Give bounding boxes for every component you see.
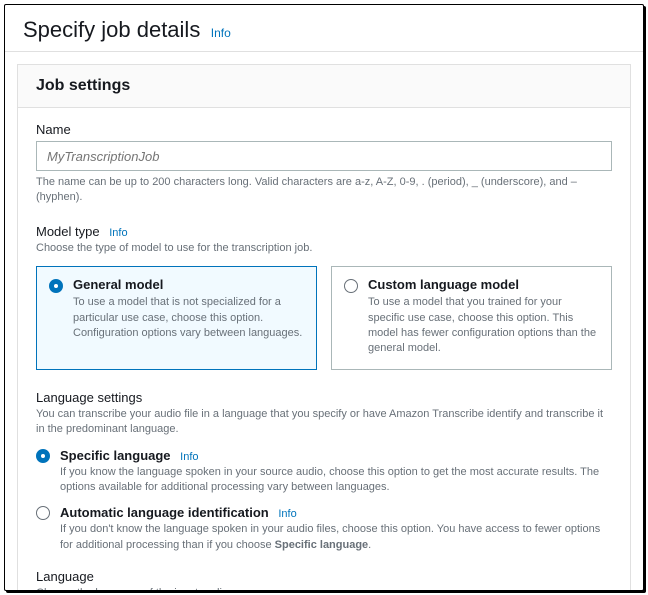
- auto-language-info-link[interactable]: Info: [278, 508, 296, 520]
- language-desc: Choose the language of the input audio.: [36, 586, 612, 591]
- language-settings-label: Language settings: [36, 390, 612, 405]
- model-type-label: Model type Info: [36, 224, 612, 239]
- radio-title: Automatic language identification Info: [60, 505, 612, 520]
- radio-desc: If you know the language spoken in your …: [60, 465, 612, 496]
- name-label: Name: [36, 122, 612, 137]
- language-settings-desc: You can transcribe your audio file in a …: [36, 407, 612, 438]
- model-type-general-tile[interactable]: General model To use a model that is not…: [36, 266, 317, 370]
- tile-desc: To use a model that is not specialized f…: [73, 295, 304, 341]
- page-title: Specify job details: [23, 17, 200, 42]
- radio-icon: [344, 279, 358, 293]
- radio-title-text: Automatic language identification: [60, 505, 269, 520]
- model-type-custom-tile[interactable]: Custom language model To use a model tha…: [331, 266, 612, 370]
- job-settings-panel: Job settings Name The name can be up to …: [17, 64, 631, 591]
- model-type-info-link[interactable]: Info: [109, 227, 127, 239]
- panel-header: Job settings: [18, 65, 630, 108]
- page-title-info-link[interactable]: Info: [211, 26, 231, 40]
- page-header: Specify job details Info: [5, 5, 643, 52]
- tile-title: General model: [73, 277, 304, 292]
- tile-title: Custom language model: [368, 277, 599, 292]
- language-label: Language: [36, 569, 612, 584]
- radio-icon: [49, 279, 63, 293]
- tile-desc: To use a model that you trained for your…: [368, 295, 599, 357]
- radio-title: Specific language Info: [60, 448, 612, 463]
- radio-icon: [36, 449, 50, 463]
- name-input[interactable]: [36, 141, 612, 171]
- panel-title: Job settings: [36, 77, 612, 95]
- radio-title-text: Specific language: [60, 448, 171, 463]
- specific-language-option[interactable]: Specific language Info If you know the l…: [36, 448, 612, 496]
- radio-desc: If you don't know the language spoken in…: [60, 522, 612, 553]
- automatic-language-option[interactable]: Automatic language identification Info I…: [36, 505, 612, 553]
- model-type-label-text: Model type: [36, 224, 100, 239]
- model-type-desc: Choose the type of model to use for the …: [36, 241, 612, 256]
- name-hint: The name can be up to 200 characters lon…: [36, 175, 612, 206]
- specific-language-info-link[interactable]: Info: [180, 451, 198, 463]
- radio-icon: [36, 506, 50, 520]
